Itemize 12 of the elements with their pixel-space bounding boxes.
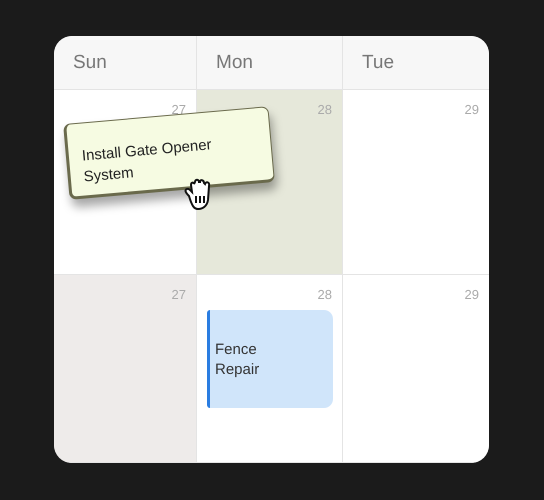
- event-title: Fence Repair: [215, 340, 260, 380]
- day-header: Mon: [197, 36, 343, 90]
- date-number: 29: [464, 102, 479, 117]
- event-card[interactable]: Fence Repair: [207, 310, 333, 408]
- day-header: Tue: [343, 36, 489, 90]
- date-number: 28: [318, 102, 332, 117]
- date-number: 29: [464, 287, 479, 302]
- date-number: 27: [172, 287, 186, 302]
- date-number: 28: [318, 287, 332, 302]
- day-header: Sun: [54, 36, 197, 90]
- day-cell[interactable]: 27: [54, 275, 197, 463]
- day-cell[interactable]: 28 Fence Repair: [197, 275, 343, 463]
